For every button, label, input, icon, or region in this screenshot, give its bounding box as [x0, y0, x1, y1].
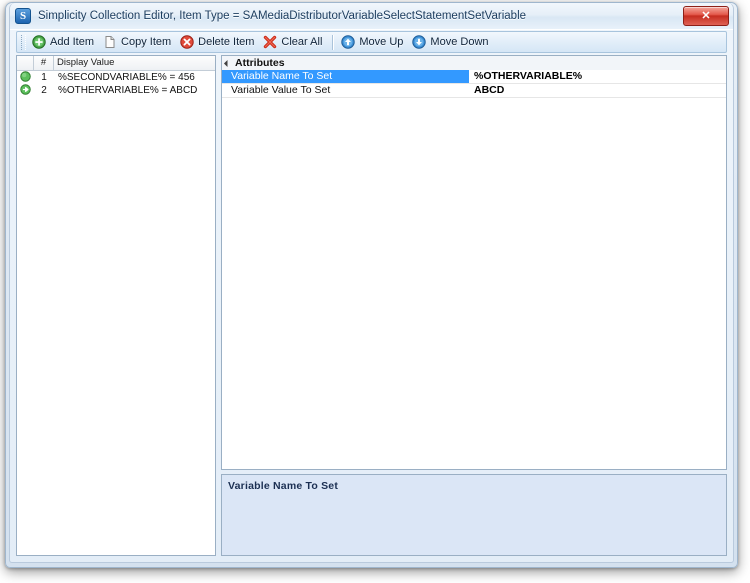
- editor-window: S Simplicity Collection Editor, Item Typ…: [5, 2, 738, 568]
- item-list-header: # Display Value: [17, 56, 215, 71]
- row-display-value: %SECONDVARIABLE% = 456: [58, 72, 195, 83]
- add-circle-icon: [32, 35, 46, 49]
- row-marker-cell: [17, 82, 34, 100]
- clear-all-button[interactable]: Clear All: [260, 32, 328, 53]
- property-row-variable-name-to-set[interactable]: Variable Name To Set %OTHERVARIABLE%: [222, 70, 726, 84]
- red-x-icon: [263, 35, 277, 49]
- property-category-row[interactable]: Attributes: [222, 56, 726, 70]
- copy-item-button[interactable]: Copy Item: [100, 32, 177, 53]
- clear-all-label: Clear All: [281, 36, 323, 48]
- arrow-right-icon: [20, 82, 31, 100]
- arrow-up-circle-icon: [341, 35, 356, 49]
- item-list-panel[interactable]: # Display Value 1 %SECONDVARIABLE% = 456: [16, 55, 216, 556]
- row-index: 1: [41, 72, 47, 83]
- column-header-display-value[interactable]: Display Value: [54, 56, 215, 70]
- property-name: Variable Value To Set: [222, 84, 469, 98]
- move-down-label: Move Down: [430, 36, 489, 48]
- chevron-collapse-icon[interactable]: [223, 59, 232, 67]
- title-bar[interactable]: S Simplicity Collection Editor, Item Typ…: [10, 3, 733, 30]
- property-category-label: Attributes: [235, 57, 285, 69]
- toolbar-separator: [332, 34, 335, 50]
- table-row[interactable]: 1 %SECONDVARIABLE% = 456: [17, 70, 215, 84]
- copy-item-label: Copy Item: [121, 36, 172, 48]
- row-index: 2: [41, 85, 47, 96]
- property-row-variable-value-to-set[interactable]: Variable Value To Set ABCD: [222, 84, 726, 98]
- delete-item-button[interactable]: Delete Item: [177, 32, 260, 53]
- add-item-label: Add Item: [50, 36, 95, 48]
- property-value[interactable]: %OTHERVARIABLE%: [469, 70, 726, 84]
- close-button[interactable]: ✕: [683, 6, 729, 26]
- window-inner: S Simplicity Collection Editor, Item Typ…: [9, 3, 734, 563]
- toolbar: Add Item Copy Item Delete Item Clear All…: [16, 31, 727, 53]
- move-up-button[interactable]: Move Up: [338, 32, 409, 53]
- property-name: Variable Name To Set: [222, 70, 469, 84]
- app-icon: S: [15, 8, 31, 24]
- move-up-label: Move Up: [359, 36, 404, 48]
- window-title: Simplicity Collection Editor, Item Type …: [38, 10, 527, 22]
- column-header-index[interactable]: #: [34, 56, 54, 70]
- add-item-button[interactable]: Add Item: [29, 32, 100, 53]
- toolbar-grip[interactable]: [21, 34, 26, 50]
- properties-panel: Attributes Variable Name To Set %OTHERVA…: [221, 55, 727, 556]
- property-value[interactable]: ABCD: [469, 84, 726, 98]
- row-display-value: %OTHERVARIABLE% = ABCD: [58, 85, 198, 96]
- description-pane: Variable Name To Set: [221, 474, 727, 556]
- table-row[interactable]: 2 %OTHERVARIABLE% = ABCD: [17, 82, 215, 100]
- description-title: Variable Name To Set: [228, 480, 339, 492]
- arrow-down-circle-icon: [412, 35, 427, 49]
- move-down-button[interactable]: Move Down: [409, 32, 494, 53]
- delete-item-label: Delete Item: [198, 36, 255, 48]
- copy-page-icon: [103, 35, 117, 49]
- property-grid[interactable]: Attributes Variable Name To Set %OTHERVA…: [221, 55, 727, 470]
- delete-circle-icon: [180, 35, 194, 49]
